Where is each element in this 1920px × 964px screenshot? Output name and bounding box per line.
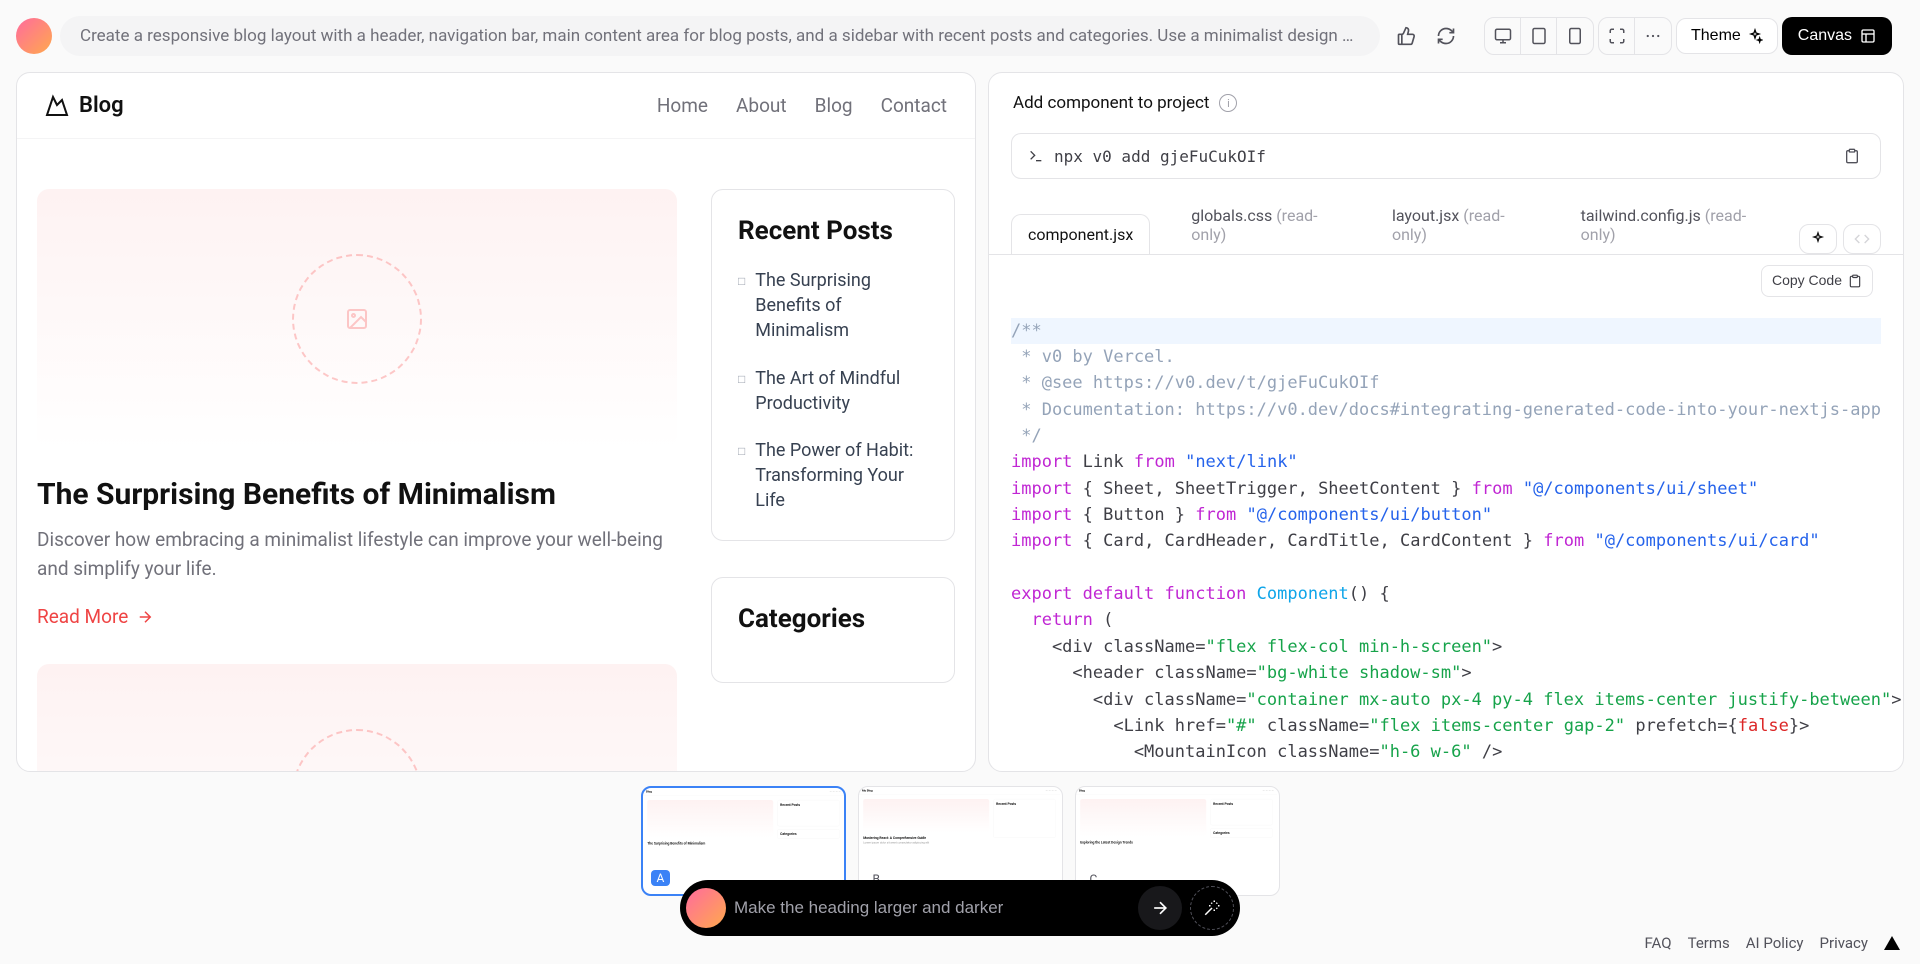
window-group — [1598, 17, 1672, 55]
more-horizontal-icon — [1644, 27, 1662, 45]
tab-tailwind[interactable]: tailwind.config.js (read-only) — [1564, 195, 1775, 254]
placeholder-circle — [292, 254, 422, 384]
clipboard-icon — [1844, 148, 1860, 164]
recent-post-item[interactable]: The Surprising Benefits of Minimalism — [738, 268, 928, 344]
followup-input[interactable] — [734, 898, 1130, 918]
footer-ai-policy[interactable]: AI Policy — [1746, 934, 1804, 952]
recent-post-item[interactable]: The Art of Mindful Productivity — [738, 366, 928, 416]
tablet-view-button[interactable] — [1521, 18, 1557, 54]
blog-sidebar: Recent Posts The Surprising Benefits of … — [711, 189, 955, 771]
footer-privacy[interactable]: Privacy — [1820, 934, 1868, 952]
code-icon — [1854, 231, 1870, 247]
more-button[interactable] — [1635, 18, 1671, 54]
footer-faq[interactable]: FAQ — [1645, 934, 1672, 952]
main-split: Blog Home About Blog Contact The Surp — [0, 72, 1920, 772]
canvas-button[interactable]: Canvas — [1782, 17, 1892, 55]
add-component-label: Add component to project — [1013, 93, 1209, 113]
nav-blog[interactable]: Blog — [815, 94, 853, 117]
clipboard-icon — [1848, 274, 1862, 288]
tab-component[interactable]: component.jsx — [1011, 214, 1150, 254]
code-tabs: component.jsx globals.css (read-only) la… — [989, 179, 1903, 255]
categories-card: Categories — [711, 577, 955, 683]
tab-layout[interactable]: layout.jsx (read-only) — [1375, 195, 1540, 254]
nav-about[interactable]: About — [736, 94, 787, 117]
blog-logo-text: Blog — [79, 93, 124, 118]
desktop-view-button[interactable] — [1485, 18, 1521, 54]
copy-code-button[interactable]: Copy Code — [1761, 265, 1873, 297]
recent-posts-title: Recent Posts — [738, 216, 928, 246]
blog-body: The Surprising Benefits of Minimalism Di… — [17, 139, 975, 771]
theme-button[interactable]: Theme — [1676, 18, 1778, 54]
tablet-icon — [1530, 27, 1548, 45]
maximize-icon — [1608, 27, 1626, 45]
tabs-actions — [1799, 224, 1881, 254]
preview-pane: Blog Home About Blog Contact The Surp — [16, 72, 976, 772]
blog-nav: Home About Blog Contact — [657, 94, 947, 117]
topbar: Create a responsive blog layout with a h… — [0, 0, 1920, 72]
topbar-actions: Theme Canvas — [1388, 17, 1892, 55]
install-command: npx v0 add gjeFuCukOIf — [1011, 133, 1881, 179]
thumbs-down-icon — [1396, 26, 1416, 46]
sparkle-icon — [1747, 28, 1763, 44]
wand-icon — [1203, 899, 1221, 917]
install-command-text: npx v0 add gjeFuCukOIf — [1054, 147, 1266, 166]
submit-button[interactable] — [1138, 886, 1182, 930]
footer-links: FAQ Terms AI Policy Privacy — [1645, 934, 1900, 952]
followup-prompt — [680, 880, 1240, 936]
variant-letter: A — [651, 870, 671, 886]
info-icon[interactable]: i — [1219, 94, 1237, 112]
code-view-button[interactable] — [1843, 224, 1881, 254]
blog-main-col: The Surprising Benefits of Minimalism Di… — [37, 189, 677, 771]
viewport-group — [1484, 17, 1594, 55]
ai-toggle-button[interactable] — [1799, 224, 1837, 254]
post-image-placeholder — [37, 189, 677, 449]
recent-post-item[interactable]: The Power of Habit: Transforming Your Li… — [738, 438, 928, 514]
arrow-right-icon — [136, 608, 154, 626]
sparkles-icon — [1810, 231, 1826, 247]
fullscreen-button[interactable] — [1599, 18, 1635, 54]
preview-scroll[interactable]: Blog Home About Blog Contact The Surp — [17, 73, 975, 771]
tab-globals[interactable]: globals.css (read-only) — [1174, 195, 1351, 254]
post-image-placeholder-2 — [37, 664, 677, 771]
categories-title: Categories — [738, 604, 928, 634]
nav-home[interactable]: Home — [657, 94, 708, 117]
footer-terms[interactable]: Terms — [1688, 934, 1730, 952]
recent-posts-card: Recent Posts The Surprising Benefits of … — [711, 189, 955, 541]
enhance-button[interactable] — [1190, 886, 1234, 930]
code-pane: Add component to project i npx v0 add gj… — [988, 72, 1904, 772]
code-editor[interactable]: Copy Code /** * v0 by Vercel. * @see htt… — [989, 255, 1903, 771]
vercel-logo-icon[interactable] — [1884, 936, 1900, 950]
blog-logo[interactable]: Blog — [45, 93, 124, 118]
arrow-right-icon — [1150, 898, 1170, 918]
theme-label: Theme — [1691, 27, 1741, 45]
mobile-view-button[interactable] — [1557, 18, 1593, 54]
copy-command-button[interactable] — [1840, 144, 1864, 168]
placeholder-circle-2 — [292, 729, 422, 771]
read-more-link[interactable]: Read More — [37, 605, 677, 628]
prompt-display: Create a responsive blog layout with a h… — [60, 16, 1380, 56]
read-more-label: Read More — [37, 605, 128, 628]
smartphone-icon — [1566, 27, 1584, 45]
post-desc: Discover how embracing a minimalist life… — [37, 526, 677, 583]
code-pane-header: Add component to project i — [989, 73, 1903, 123]
image-icon — [345, 307, 369, 331]
monitor-icon — [1494, 27, 1512, 45]
thumbs-down-button[interactable] — [1388, 18, 1424, 54]
refresh-button[interactable] — [1428, 18, 1464, 54]
terminal-icon — [1028, 148, 1044, 164]
nav-contact[interactable]: Contact — [881, 94, 947, 117]
blog-header: Blog Home About Blog Contact — [17, 73, 975, 139]
canvas-label: Canvas — [1798, 27, 1852, 45]
refresh-icon — [1436, 26, 1456, 46]
prompt-avatar — [686, 888, 726, 928]
layout-icon — [1860, 28, 1876, 44]
user-avatar[interactable] — [16, 18, 52, 54]
post-title: The Surprising Benefits of Minimalism — [37, 477, 677, 512]
mountain-icon — [45, 94, 69, 118]
recent-posts-list: The Surprising Benefits of Minimalism Th… — [738, 268, 928, 514]
